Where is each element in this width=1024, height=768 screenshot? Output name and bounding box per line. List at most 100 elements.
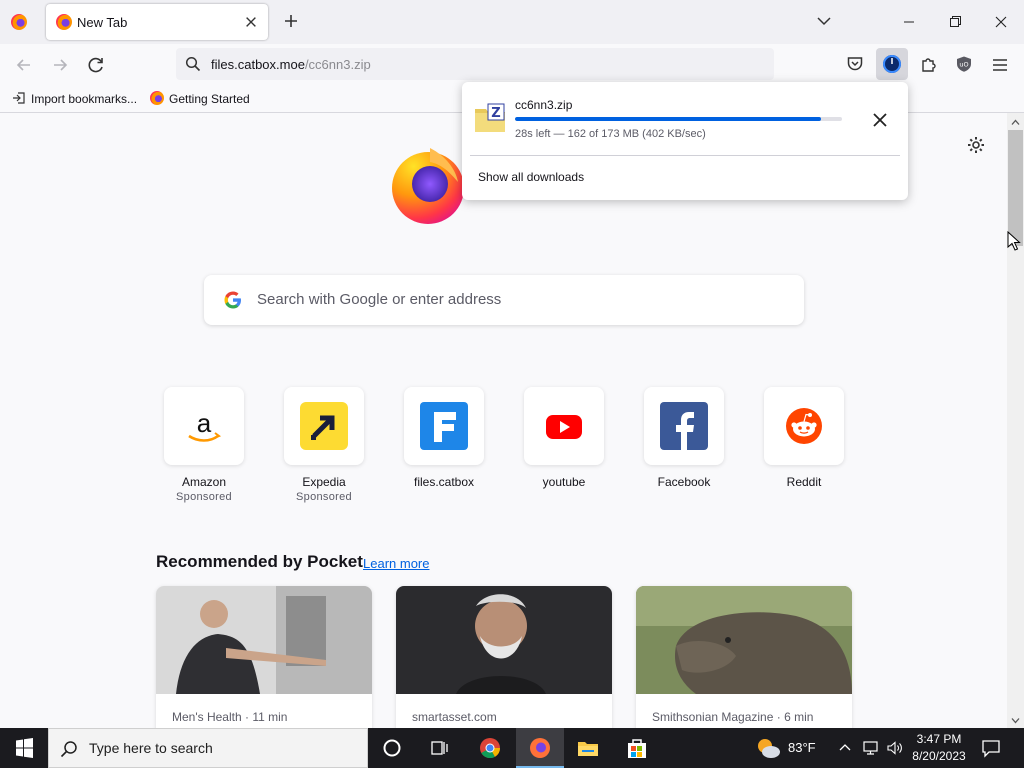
reddit-icon bbox=[786, 408, 822, 444]
mouse-pointer-icon bbox=[1007, 230, 1021, 251]
cortana-circle-icon bbox=[383, 739, 401, 757]
firefox-view-icon[interactable] bbox=[11, 14, 27, 30]
windows-start-icon[interactable] bbox=[0, 728, 48, 768]
download-status: 28s left — 162 of 173 MB (402 KB/sec) bbox=[515, 128, 706, 140]
clock-time[interactable]: 3:47 PM bbox=[912, 732, 966, 746]
youtube-icon bbox=[546, 415, 582, 439]
forward-arrow-icon[interactable] bbox=[49, 54, 71, 76]
shortcut-label: files.catbox bbox=[413, 475, 475, 489]
taskbar-firefox[interactable] bbox=[516, 728, 564, 768]
taskbar-search-box[interactable]: Type here to search bbox=[48, 728, 368, 768]
expedia-icon bbox=[300, 402, 348, 450]
volume-icon[interactable] bbox=[886, 740, 904, 756]
pocket-card-image bbox=[396, 586, 612, 694]
pocket-card[interactable]: smartasset.com bbox=[396, 586, 612, 728]
taskbar-chrome[interactable] bbox=[466, 728, 514, 768]
reload-icon[interactable] bbox=[85, 54, 107, 76]
hamburger-menu-icon[interactable] bbox=[991, 56, 1009, 74]
pocket-learn-more-link[interactable]: Learn more bbox=[363, 556, 429, 571]
taskbar-file-explorer[interactable] bbox=[564, 728, 612, 768]
shortcut-tile[interactable] bbox=[284, 387, 364, 465]
downloads-progress-icon[interactable] bbox=[876, 48, 908, 80]
shortcut-reddit[interactable]: Reddit bbox=[754, 387, 854, 489]
divider bbox=[470, 155, 900, 156]
shortcut-expedia[interactable]: Expedia Sponsored bbox=[274, 387, 374, 503]
shortcut-tile[interactable] bbox=[524, 387, 604, 465]
show-all-downloads-link[interactable]: Show all downloads bbox=[478, 170, 584, 184]
shortcut-tile[interactable] bbox=[404, 387, 484, 465]
shortcut-label: Expedia bbox=[302, 475, 346, 489]
url-path: /cc6nn3.zip bbox=[304, 57, 371, 72]
shortcut-facebook[interactable]: Facebook bbox=[634, 387, 734, 489]
bookmark-import-bookmarks[interactable]: Import bookmarks... bbox=[12, 91, 137, 106]
gear-icon[interactable] bbox=[966, 135, 986, 155]
shortcut-tile[interactable]: a bbox=[164, 387, 244, 465]
new-tab-page: Search with Google or enter address a Am… bbox=[0, 113, 1007, 728]
back-arrow-icon[interactable] bbox=[13, 54, 35, 76]
address-bar[interactable]: files.catbox.moe/cc6nn3.zip bbox=[176, 48, 774, 80]
search-icon bbox=[185, 56, 201, 72]
cancel-download-close-icon[interactable] bbox=[870, 110, 890, 130]
download-filename: cc6nn3.zip bbox=[515, 98, 573, 112]
tab-title: New Tab bbox=[77, 15, 128, 30]
pocket-card-image bbox=[156, 586, 372, 694]
firefox-icon bbox=[150, 91, 164, 105]
tab-bar: New Tab bbox=[0, 0, 1024, 44]
tab-close-icon[interactable] bbox=[242, 13, 260, 31]
weather-sun-cloud-icon[interactable] bbox=[755, 736, 781, 760]
shortcut-tile[interactable] bbox=[644, 387, 724, 465]
url-text[interactable]: files.catbox.moe/cc6nn3.zip bbox=[211, 57, 371, 72]
notification-center-icon[interactable] bbox=[980, 738, 1002, 758]
task-view-button[interactable] bbox=[416, 728, 464, 768]
ublock-shield-icon[interactable]: uO bbox=[955, 55, 973, 73]
google-search-input[interactable]: Search with Google or enter address bbox=[204, 275, 804, 325]
shortcut-youtube[interactable]: youtube bbox=[514, 387, 614, 489]
taskbar-microsoft-store[interactable] bbox=[613, 728, 661, 768]
pocket-card-source: smartasset.com bbox=[412, 710, 497, 724]
store-bag-icon bbox=[628, 739, 646, 758]
catbox-icon bbox=[420, 402, 468, 450]
close-window-button[interactable] bbox=[986, 8, 1016, 36]
download-progress-bar bbox=[515, 117, 842, 121]
firefox-icon bbox=[530, 738, 550, 758]
sponsored-label: Sponsored bbox=[296, 491, 352, 503]
pocket-card-source: Smithsonian Magazine · 6 min bbox=[652, 710, 814, 724]
scroll-down-arrow-icon[interactable] bbox=[1011, 714, 1020, 724]
scroll-up-arrow-icon[interactable] bbox=[1011, 116, 1020, 125]
google-g-icon bbox=[223, 290, 243, 310]
task-view-icon bbox=[431, 741, 448, 755]
svg-text:Z: Z bbox=[491, 106, 500, 121]
network-icon[interactable] bbox=[862, 740, 880, 756]
cortana-button[interactable] bbox=[368, 728, 416, 768]
pocket-card[interactable]: Smithsonian Magazine · 6 min bbox=[636, 586, 852, 728]
shortcut-amazon[interactable]: a Amazon Sponsored bbox=[154, 387, 254, 503]
pocket-card[interactable]: Men's Health · 11 min bbox=[156, 586, 372, 728]
folder-icon bbox=[578, 742, 598, 756]
show-hidden-icons-chevron-icon[interactable] bbox=[838, 741, 852, 755]
weather-temperature[interactable]: 83°F bbox=[788, 740, 816, 755]
page-scrollbar[interactable] bbox=[1007, 113, 1024, 728]
search-placeholder: Search with Google or enter address bbox=[257, 291, 502, 308]
scrollbar-thumb[interactable] bbox=[1008, 130, 1023, 246]
pocket-card-image bbox=[636, 586, 852, 694]
tab-list-chevron-icon[interactable] bbox=[816, 13, 834, 31]
downloads-panel: Z cc6nn3.zip 28s left — 162 of 173 MB (4… bbox=[462, 82, 908, 200]
windows-taskbar: Type here to search 83°F 3:47 PM 8/20/20… bbox=[0, 728, 1024, 768]
shortcut-files-catbox[interactable]: files.catbox bbox=[394, 387, 494, 489]
search-icon bbox=[60, 740, 78, 758]
restore-button[interactable] bbox=[940, 8, 970, 36]
bookmark-getting-started[interactable]: Getting Started bbox=[150, 91, 250, 106]
clock-date[interactable]: 8/20/2023 bbox=[908, 749, 970, 763]
new-tab-button[interactable] bbox=[280, 10, 302, 32]
shortcut-tile[interactable] bbox=[764, 387, 844, 465]
bookmark-label: Import bookmarks... bbox=[31, 92, 138, 106]
extensions-puzzle-icon[interactable] bbox=[920, 55, 938, 73]
shortcut-label: Amazon bbox=[181, 475, 227, 489]
tab-new-tab[interactable]: New Tab bbox=[46, 4, 268, 40]
minimize-button[interactable] bbox=[894, 8, 924, 36]
pocket-heading: Recommended by Pocket bbox=[156, 552, 363, 571]
firefox-logo bbox=[386, 142, 470, 226]
bookmark-label: Getting Started bbox=[169, 92, 250, 106]
pocket-icon[interactable] bbox=[846, 55, 864, 73]
shortcut-label: Reddit bbox=[786, 475, 822, 489]
